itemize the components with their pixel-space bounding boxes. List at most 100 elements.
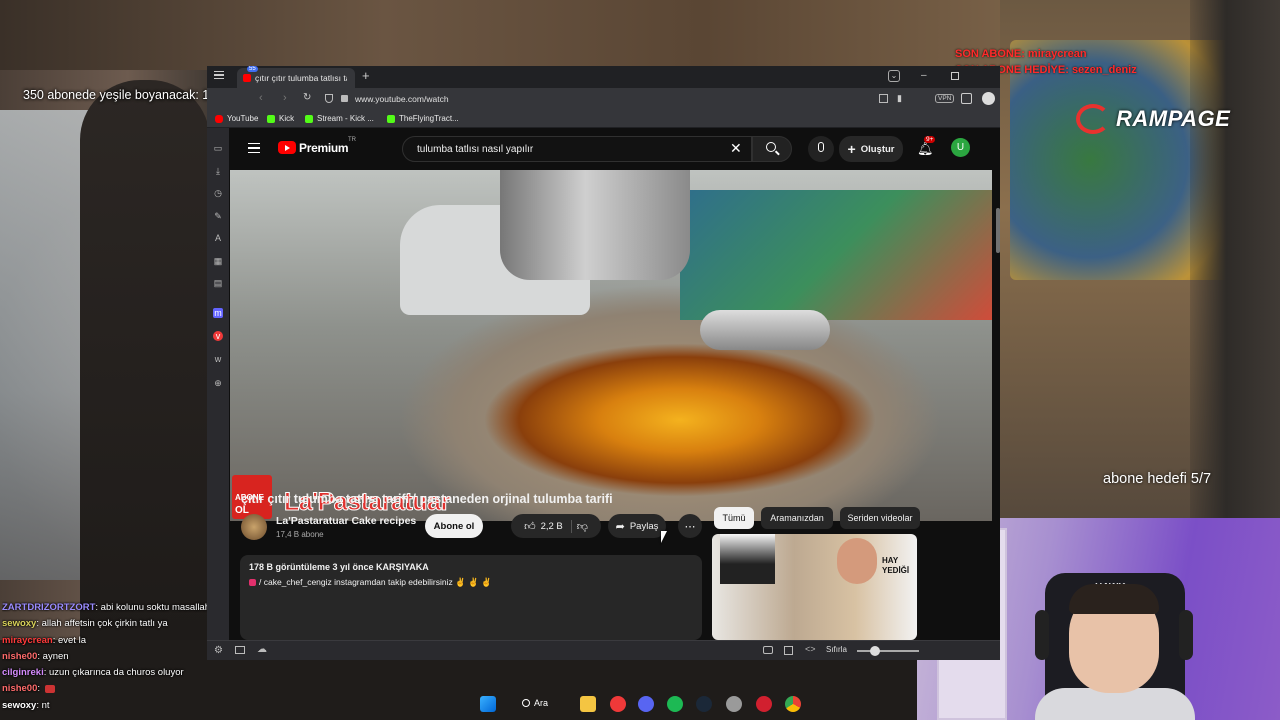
- add-panel-icon[interactable]: ⊕: [213, 378, 223, 388]
- app-icon[interactable]: [726, 696, 742, 712]
- kick-icon: [305, 114, 313, 123]
- notes-icon[interactable]: ✎: [213, 211, 223, 221]
- reload-icon[interactable]: ↻: [303, 92, 311, 103]
- back-icon[interactable]: ‹: [259, 92, 263, 104]
- code-icon[interactable]: <>: [805, 644, 816, 654]
- settings-icon[interactable]: ⚙: [214, 645, 223, 656]
- forward-icon[interactable]: ›: [283, 92, 287, 104]
- chip-all[interactable]: Tümü: [714, 507, 754, 529]
- chip-series[interactable]: Seriden videolar: [840, 507, 920, 529]
- maximize-icon[interactable]: [951, 72, 959, 80]
- chat-username: ZARTDRIZORTZORT: [2, 602, 96, 613]
- translate-icon[interactable]: A: [213, 233, 223, 243]
- create-button[interactable]: + Oluştur: [839, 136, 903, 162]
- channel-name[interactable]: La'Pastaratuar Cake recipes: [276, 515, 416, 527]
- hamburger-menu-icon[interactable]: [248, 143, 260, 153]
- description-line: / cake_chef_cengiz instagramdan takip ed…: [259, 577, 453, 587]
- reading-list-icon[interactable]: ▤: [213, 278, 223, 288]
- scrollbar[interactable]: [996, 208, 1000, 253]
- new-tab-icon[interactable]: +: [362, 69, 370, 83]
- youtube-logo-icon[interactable]: [278, 141, 296, 154]
- browser-window: çıtır çıtır tulumba tatlısı tarifi 55 + …: [207, 66, 1000, 660]
- mouse-cursor-icon: [661, 531, 667, 543]
- capture-icon[interactable]: [763, 646, 773, 654]
- bookmark-youtube[interactable]: YouTube: [215, 114, 258, 123]
- account-avatar[interactable]: U: [951, 138, 970, 157]
- bookmark-kick[interactable]: Kick: [267, 114, 294, 123]
- kick-icon: [387, 114, 395, 123]
- chat-username: nishe00: [2, 683, 38, 695]
- youtube-page: Premium TR tulumba tatlısı nasıl yapılır…: [230, 128, 1000, 640]
- tiling-icon[interactable]: [784, 646, 793, 655]
- create-label: Oluştur: [860, 143, 895, 155]
- bookmark-icon[interactable]: ▮: [897, 93, 902, 104]
- video-dough-machine: [500, 170, 690, 280]
- tab-list-icon[interactable]: ⌄: [888, 70, 900, 82]
- menu-icon[interactable]: [214, 71, 224, 79]
- share-label: Paylaş: [629, 520, 659, 532]
- brand-logo: RAMPAGE: [1076, 104, 1230, 134]
- search-button[interactable]: [752, 136, 792, 162]
- bookmark-stream-kick[interactable]: Stream - Kick ...: [305, 114, 374, 123]
- discord-icon[interactable]: [638, 696, 654, 712]
- mastodon-icon[interactable]: m: [213, 308, 223, 318]
- history-icon[interactable]: ◷: [213, 188, 223, 198]
- taskbar-search[interactable]: Ara: [522, 698, 548, 708]
- clear-search-icon[interactable]: ✕: [730, 140, 742, 157]
- chat-text: : uzun çıkarınca da churos oluyor: [43, 667, 184, 679]
- dislike-button[interactable]: 👎︎: [577, 520, 588, 533]
- notifications-icon[interactable]: 🔔︎: [917, 141, 934, 157]
- youtube-header: Premium TR tulumba tatlısı nasıl yapılır…: [230, 128, 1000, 170]
- obs-icon[interactable]: [756, 696, 772, 712]
- video-player[interactable]: ABONE OL La'Pastaratuar: [230, 170, 992, 521]
- url-field[interactable]: www.youtube.com/watch: [355, 94, 449, 104]
- more-icon: ⋯: [684, 520, 696, 533]
- voice-search-icon[interactable]: [808, 136, 834, 162]
- zoom-slider[interactable]: [857, 646, 919, 656]
- youtube-logo-text[interactable]: Premium: [299, 141, 349, 155]
- file-explorer-icon[interactable]: [580, 696, 596, 712]
- badge-bottom-text: OL: [235, 505, 249, 516]
- search-icon: [522, 699, 530, 707]
- extensions-icon[interactable]: [961, 93, 972, 104]
- bookmark-flying-tractor[interactable]: TheFlyingTract...: [387, 114, 459, 123]
- like-button[interactable]: 👍︎ 2,2 B: [524, 519, 572, 533]
- sync-icon[interactable]: ☁: [257, 644, 267, 655]
- last-subscriber-text: SON ABONE: miraycrean: [955, 48, 1087, 60]
- chrome-icon[interactable]: [785, 696, 801, 712]
- panel-toggle-icon[interactable]: [235, 646, 245, 654]
- vivaldi-icon[interactable]: v: [213, 331, 223, 341]
- recommended-video-thumbnail[interactable]: HAY YEDİĞİ: [712, 534, 917, 640]
- zoom-reset-button[interactable]: Sıfırla: [826, 645, 847, 654]
- more-actions-button[interactable]: ⋯: [678, 514, 702, 538]
- bookmark-label: TheFlyingTract...: [399, 114, 459, 123]
- video-description[interactable]: 178 B görüntüleme 3 yıl önce KARŞIYAKA /…: [240, 555, 702, 640]
- vivaldi-taskbar-icon[interactable]: [610, 696, 626, 712]
- vpn-button[interactable]: VPN: [935, 94, 955, 103]
- reader-mode-icon[interactable]: [879, 94, 888, 103]
- spotify-icon[interactable]: [667, 696, 683, 712]
- share-button[interactable]: ➦ Paylaş: [608, 514, 666, 538]
- search-input[interactable]: tulumba tatlısı nasıl yapılır ✕: [402, 136, 752, 162]
- bookmarks-panel-icon[interactable]: ▭: [213, 143, 223, 153]
- downloads-icon[interactable]: ⤓: [213, 166, 223, 176]
- subscribe-button[interactable]: Abone ol: [425, 514, 483, 538]
- search-query: tulumba tatlısı nasıl yapılır: [417, 144, 534, 155]
- chat-username: sewoxy: [2, 699, 37, 711]
- background-person: [80, 80, 210, 680]
- thumbs-up-icon: 👍︎: [524, 520, 536, 533]
- profile-icon[interactable]: [982, 92, 995, 105]
- calendar-icon[interactable]: ▦: [213, 256, 223, 266]
- chat-username: nishe00: [2, 650, 38, 662]
- chat-text: : abi kolunu soktu masallah: [95, 602, 210, 613]
- tab-bar: çıtır çıtır tulumba tatlısı tarifi 55 + …: [207, 66, 1000, 88]
- windows-start-icon[interactable]: [480, 696, 496, 712]
- shield-icon[interactable]: [325, 94, 333, 103]
- wikipedia-icon[interactable]: w: [213, 354, 223, 364]
- instagram-icon: [249, 579, 256, 587]
- minimize-icon[interactable]: –: [921, 70, 927, 81]
- channel-avatar[interactable]: [241, 514, 267, 540]
- emote-icon: [44, 684, 55, 693]
- chip-from-search[interactable]: Aramanızdan: [761, 507, 833, 529]
- steam-icon[interactable]: [696, 696, 712, 712]
